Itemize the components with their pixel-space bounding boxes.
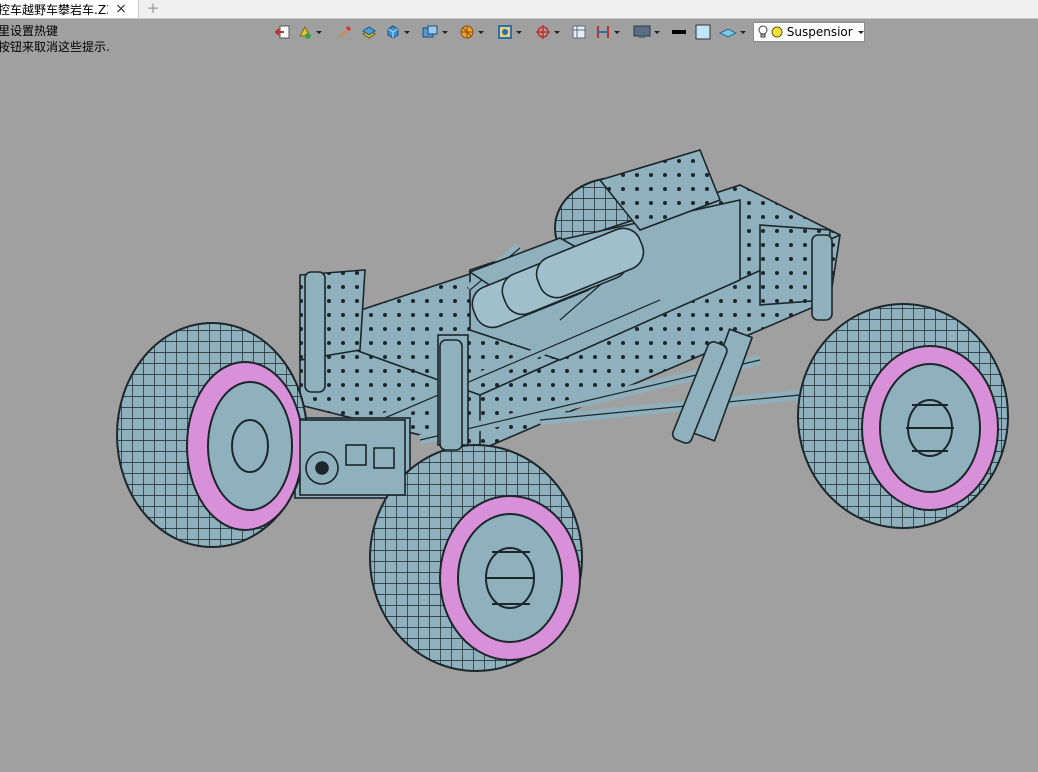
display-icon (633, 25, 651, 38)
render-button[interactable] (497, 22, 522, 42)
solid-view-button[interactable] (385, 22, 410, 42)
vehicle-model (116, 149, 1009, 672)
brush-button[interactable] (337, 22, 353, 42)
layer-button[interactable] (361, 22, 377, 42)
layer-combo-dropdown-caret[interactable] (858, 30, 864, 34)
axis-dropdown-caret[interactable] (554, 30, 560, 34)
orbit-button[interactable] (459, 22, 484, 42)
layer-icon (362, 26, 376, 39)
view-cube-icon (422, 25, 438, 38)
document-tab-strip: 控车越野车攀岩车.Z3 × + (0, 0, 1038, 19)
exit-icon (275, 25, 290, 39)
exit-button[interactable] (275, 22, 291, 42)
axis-icon (536, 25, 550, 39)
close-tab-icon[interactable]: × (114, 0, 128, 18)
brush-icon (338, 25, 352, 39)
view-cube-dropdown-caret[interactable] (442, 30, 448, 34)
orbit-dropdown-caret[interactable] (478, 30, 484, 34)
grid-icon (572, 25, 586, 39)
wheel-front-right (797, 303, 1009, 529)
document-tab[interactable]: 控车越野车攀岩车.Z3 × (0, 0, 139, 18)
layer-combo-label: Suspensior (786, 25, 853, 39)
material-icon (719, 28, 737, 38)
measure-dropdown-caret[interactable] (614, 30, 620, 34)
grid-button[interactable] (571, 22, 587, 42)
orbit-icon (460, 25, 474, 39)
render-dropdown-caret[interactable] (516, 30, 522, 34)
measure-button[interactable] (595, 22, 620, 42)
hint-line-1: 里设置热键 (0, 24, 59, 38)
display-button[interactable] (633, 22, 660, 42)
cube-icon (387, 25, 399, 39)
view-cube-button[interactable] (421, 22, 448, 42)
document-tab-title: 控车越野车攀岩车.Z3 (0, 2, 108, 17)
add-tab-icon[interactable]: + (146, 0, 160, 18)
render-icon (498, 25, 512, 39)
wheel-front-left (116, 322, 308, 548)
axis-button[interactable] (535, 22, 560, 42)
solid-view-dropdown-caret[interactable] (404, 30, 410, 34)
line-color-button[interactable] (671, 22, 687, 42)
material-dropdown-caret[interactable] (740, 30, 746, 34)
line-color-swatch (672, 30, 686, 34)
paint-icon (299, 25, 311, 39)
layer-color-dot-icon (771, 26, 783, 38)
paint-button[interactable] (297, 22, 322, 42)
3d-viewport[interactable] (0, 56, 1038, 768)
fill-color-swatch (695, 24, 711, 40)
layer-combo[interactable]: Suspensior (753, 22, 865, 42)
servo-assembly (299, 419, 406, 496)
display-dropdown-caret[interactable] (654, 30, 660, 34)
material-button[interactable] (719, 22, 746, 42)
light-bulb-icon[interactable] (758, 25, 768, 39)
fill-color-button[interactable] (695, 22, 711, 42)
measure-icon (597, 26, 609, 38)
paint-dropdown-caret[interactable] (316, 30, 322, 34)
hint-line-2: 按钮来取消这些提示. (0, 40, 110, 54)
